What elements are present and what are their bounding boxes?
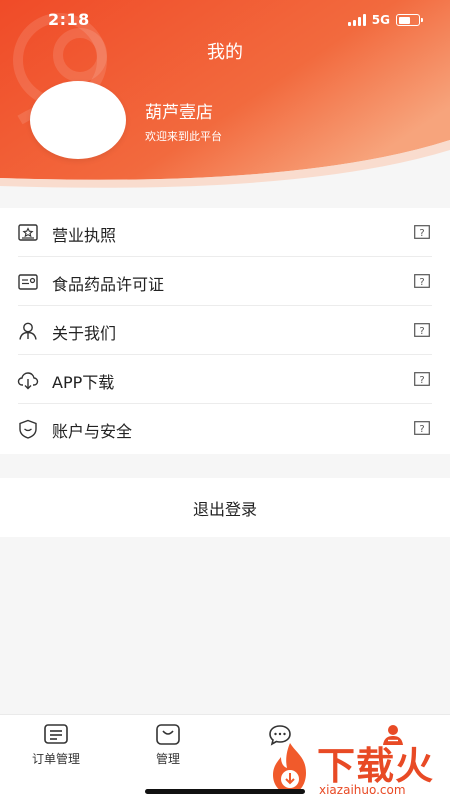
status-indicators: 5G [347,12,423,28]
watermark-text: 下载火 [317,744,435,788]
shop-name: 葫芦壹店 [145,103,213,123]
status-time: 2:18 [48,10,90,29]
menu-item-label: 账户与安全 [52,422,133,441]
menu-item-label: APP下载 [52,373,115,392]
avatar[interactable] [30,81,126,159]
battery-icon [396,14,423,26]
help-icon[interactable]: ? [414,323,430,337]
network-type: 5G [371,13,390,27]
help-icon[interactable]: ? [414,225,430,239]
license-icon [18,224,38,241]
watermark-url: xiazaihuo.com [319,783,406,797]
help-icon[interactable]: ? [414,421,430,435]
menu-item-business-license[interactable]: 营业执照 ? [0,208,450,257]
tab-order-management[interactable]: 订单管理 [11,723,101,783]
cloud-download-icon [17,372,39,390]
svg-text:?: ? [419,375,424,386]
menu-item-account-security[interactable]: 账户与安全 ? [0,404,450,453]
id-card-icon [18,274,38,290]
menu-item-label: 营业执照 [52,226,117,245]
svg-text:?: ? [419,277,424,288]
tab-management[interactable]: 管理 [123,723,213,783]
logout-button[interactable]: 退出登录 [0,478,450,537]
svg-text:?: ? [419,228,424,239]
menu-item-app-download[interactable]: APP下载 ? [0,355,450,404]
signal-icon [347,14,366,26]
tab-label: 订单管理 [31,752,80,766]
settings-menu: 营业执照 ? 食品药品许可证 ? 关于我们 ? APP下载 ? 账户与安全 ? [0,208,450,454]
menu-item-about-us[interactable]: 关于我们 ? [0,306,450,355]
tab-label: 管理 [155,752,180,766]
menu-item-label: 关于我们 [52,324,117,343]
page-title: 我的 [207,42,243,63]
help-icon[interactable]: ? [414,372,430,386]
svg-text:?: ? [419,424,424,435]
help-icon[interactable]: ? [414,274,430,288]
home-indicator [145,789,305,794]
menu-item-food-drug-license[interactable]: 食品药品许可证 ? [0,257,450,306]
menu-item-label: 食品药品许可证 [52,275,165,294]
welcome-text: 欢迎来到此平台 [145,130,222,143]
order-list-icon [44,724,68,744]
management-icon [156,724,180,745]
svg-text:?: ? [419,326,424,337]
status-bar: 2:18 5G [0,0,450,40]
shield-icon [19,419,37,439]
person-icon [19,322,37,340]
profile-header: 2:18 5G 我的 葫芦壹店 欢迎来到此平台 [0,0,450,190]
